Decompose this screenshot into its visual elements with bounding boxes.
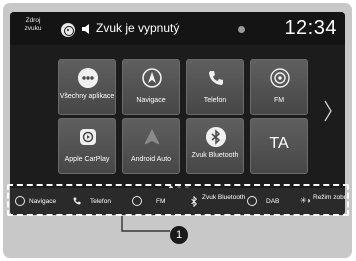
app-tile-ta[interactable]: TA <box>250 118 308 174</box>
fm-radio-icon <box>270 68 290 88</box>
carplay-icon <box>80 129 96 145</box>
fm-radio-icon <box>132 196 142 206</box>
page-indicator <box>169 177 193 190</box>
dab-radio-icon <box>247 196 257 206</box>
infotainment-screen: Zdroj zvuku Zvuk je vypnutý 12:34 Všechn… <box>10 12 345 215</box>
shortcut-label: FM <box>156 198 166 205</box>
shortcut-bluetooth-audio[interactable]: Zvuk Bluetooth <box>188 188 248 215</box>
shortcut-display-mode[interactable]: ✳◗ Režim zobrazení <box>298 188 345 215</box>
navigation-icon <box>142 68 162 88</box>
shortcut-bar: Navigace Telefon FM Zvuk Bluetooth DAB ✳… <box>10 188 345 215</box>
app-tile-all-apps[interactable]: Všechny aplikace <box>58 59 116 115</box>
phone-icon <box>73 197 81 205</box>
app-tile-label: Navigace <box>136 97 166 104</box>
status-bar: Zdroj zvuku Zvuk je vypnutý 12:34 <box>10 12 345 45</box>
shortcut-phone[interactable]: Telefon <box>70 188 120 215</box>
app-tile-label: Všechny aplikace <box>59 93 115 100</box>
app-tile-apple-carplay[interactable]: Apple CarPlay <box>58 118 116 174</box>
app-tile-bluetooth-audio[interactable]: Zvuk Bluetooth <box>186 118 244 174</box>
bluetooth-icon <box>191 196 198 207</box>
phone-icon <box>209 71 223 85</box>
shortcut-label: Režim zobrazení <box>313 194 345 201</box>
app-tile-label: TA <box>269 135 289 152</box>
display-mode-icon: ✳◗ <box>300 196 312 205</box>
app-tile-navigation[interactable]: Navigace <box>122 59 180 115</box>
android-auto-icon <box>144 129 160 145</box>
all-apps-icon <box>78 68 98 88</box>
shortcut-label: Telefon <box>90 198 111 205</box>
shortcut-fm[interactable]: FM <box>129 188 174 215</box>
app-tile-label: Android Auto <box>130 156 172 163</box>
shortcut-label: Zvuk Bluetooth <box>202 194 246 201</box>
volume-status-text: Zvuk je vypnutý <box>96 21 180 35</box>
app-tile-fm[interactable]: FM <box>250 59 308 115</box>
app-tile-label: Apple CarPlay <box>64 156 110 163</box>
app-tile-label: Zvuk Bluetooth <box>191 152 239 159</box>
app-tile-phone[interactable]: Telefon <box>186 59 244 115</box>
app-tile-label: Telefon <box>203 97 227 104</box>
app-tile-label: FM <box>273 97 285 104</box>
shortcut-dab[interactable]: DAB <box>244 188 289 215</box>
radio-icon <box>61 23 75 37</box>
chevron-right-icon[interactable] <box>323 99 333 123</box>
callout-marker: 1 <box>170 226 188 244</box>
bluetooth-icon <box>206 127 226 147</box>
navigation-icon <box>15 196 25 206</box>
shortcut-label: Navigace <box>29 198 57 205</box>
speaker-icon <box>82 24 89 34</box>
app-tile-android-auto[interactable]: Android Auto <box>122 118 180 174</box>
shortcut-label: DAB <box>266 198 280 205</box>
clock: 12:34 <box>284 17 337 39</box>
audio-source-button[interactable]: Zdroj zvuku <box>18 17 48 33</box>
shortcut-navigation[interactable]: Navigace <box>12 188 64 215</box>
status-indicator-icon <box>238 26 245 33</box>
